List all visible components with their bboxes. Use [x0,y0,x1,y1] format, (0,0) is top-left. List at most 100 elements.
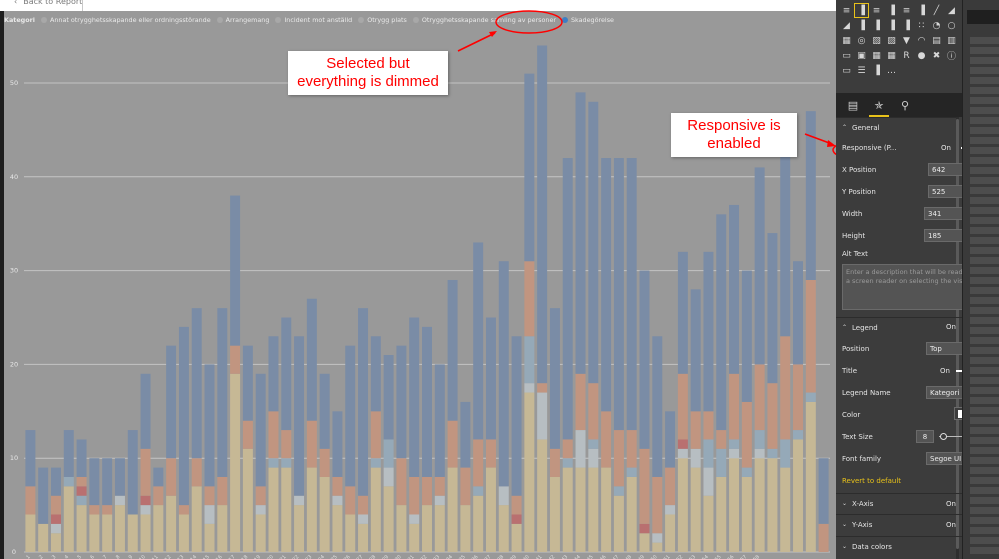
multirow-card-icon[interactable]: ▥ [945,34,958,47]
stacked-area-icon[interactable]: ◢ [840,19,853,32]
field-list-item[interactable] [969,506,999,515]
field-list-item[interactable] [969,536,999,545]
matrix-icon[interactable]: ▦ [885,49,898,62]
line-chart-icon[interactable]: ╱ [930,4,943,17]
field-list-item[interactable] [969,226,999,235]
r-visual-icon[interactable]: R [900,49,913,62]
field-list-item[interactable] [969,466,999,475]
field-list-item[interactable] [969,456,999,465]
field-list-item[interactable] [969,96,999,105]
field-list-item[interactable] [969,126,999,135]
revert-to-default-link[interactable]: Revert to default [842,477,901,485]
text-size-input[interactable]: 8 [916,430,934,443]
field-list-item[interactable] [969,116,999,125]
slicer-icon[interactable]: ▣ [855,49,868,62]
field-list-item[interactable] [969,196,999,205]
100-bar-icon[interactable]: ≡ [900,4,913,17]
line-clustered-icon[interactable]: ▐ [870,19,883,32]
field-list-item[interactable] [969,36,999,45]
field-list-item[interactable] [969,386,999,395]
field-list-item[interactable] [969,366,999,375]
kpi-icon[interactable]: ▭ [840,49,853,62]
field-list-item[interactable] [969,256,999,265]
field-list-item[interactable] [969,236,999,245]
gauge-icon[interactable]: ◠ [915,34,928,47]
bar-segment [178,514,189,552]
waterfall-icon[interactable]: ▐ [900,19,913,32]
decomposition-icon[interactable]: ☰ [855,64,868,77]
bar-segment [242,345,253,421]
funnel-icon[interactable]: ▼ [900,34,913,47]
field-list-item[interactable] [969,396,999,405]
field-list-item[interactable] [969,286,999,295]
field-list-item[interactable] [969,346,999,355]
field-list-item[interactable] [969,526,999,535]
field-list-item[interactable] [969,436,999,445]
field-list-item[interactable] [969,516,999,525]
stacked-column-icon[interactable]: ▐ [854,3,869,18]
field-list-item[interactable] [969,326,999,335]
filled-map-icon[interactable]: ▧ [870,34,883,47]
slider-handle[interactable] [940,433,947,440]
field-list-item[interactable] [969,406,999,415]
map-icon[interactable]: ◎ [855,34,868,47]
shape-map-icon[interactable]: ▨ [885,34,898,47]
line-column-icon[interactable]: ▐ [855,19,868,32]
field-list-item[interactable] [969,486,999,495]
field-list-item[interactable] [969,176,999,185]
field-list-item[interactable] [969,266,999,275]
field-list-item[interactable] [969,336,999,345]
field-list-item[interactable] [969,356,999,365]
card-icon[interactable]: ▤ [930,34,943,47]
scatter-icon[interactable]: ∷ [915,19,928,32]
field-list-item[interactable] [969,306,999,315]
ribbon-icon[interactable]: ▐ [885,19,898,32]
info-icon[interactable]: ⓘ [945,49,958,62]
field-list-item[interactable] [969,166,999,175]
field-list-item[interactable] [969,296,999,305]
clustered-column-icon[interactable]: ▐ [885,4,898,17]
x-tick-label: 53 [688,554,697,559]
field-list-item[interactable] [969,86,999,95]
treemap-icon[interactable]: ▦ [840,34,853,47]
tools-icon[interactable]: ✖ [930,49,943,62]
more-icon[interactable]: … [885,64,898,77]
field-list-item[interactable] [969,496,999,505]
field-list-item[interactable] [969,216,999,225]
field-list-item[interactable] [969,276,999,285]
100-column-icon[interactable]: ▐ [915,4,928,17]
chart-icon[interactable]: ▐ [870,64,883,77]
table-icon[interactable]: ▦ [870,49,883,62]
field-list-item[interactable] [969,146,999,155]
alt-text-input[interactable]: Enter a description that will be read by… [842,264,980,310]
field-list-item[interactable] [969,416,999,425]
text-box-icon[interactable]: ▭ [840,64,853,77]
field-list-item[interactable] [969,56,999,65]
area-chart-icon[interactable]: ◢ [945,4,958,17]
bar-segment [166,345,177,459]
field-list-item[interactable] [969,206,999,215]
field-list-item[interactable] [969,476,999,485]
field-list-item[interactable] [969,186,999,195]
field-list-item[interactable] [969,66,999,75]
donut-icon[interactable]: ○ [945,19,958,32]
fields-tab[interactable]: ▤ [846,98,860,112]
field-list-item[interactable] [969,376,999,385]
field-list-item[interactable] [969,136,999,145]
field-list-item[interactable] [969,316,999,325]
field-list-item[interactable] [969,156,999,165]
section-general-header[interactable]: ⌃ General [836,117,956,137]
clustered-bar-icon[interactable]: ≡ [870,4,883,17]
field-list-item[interactable] [969,106,999,115]
field-list-item[interactable] [969,426,999,435]
field-list-item[interactable] [969,46,999,55]
pie-icon[interactable]: ◔ [930,19,943,32]
format-tab[interactable]: ✯ [869,98,889,117]
field-list-item[interactable] [969,246,999,255]
stacked-bar-icon[interactable]: ≡ [840,4,853,17]
analytics-tab[interactable]: ⚲ [898,98,912,112]
field-list-item[interactable] [969,76,999,85]
globe-icon[interactable]: ● [915,49,928,62]
field-list-item[interactable] [969,546,999,555]
field-list-item[interactable] [969,446,999,455]
